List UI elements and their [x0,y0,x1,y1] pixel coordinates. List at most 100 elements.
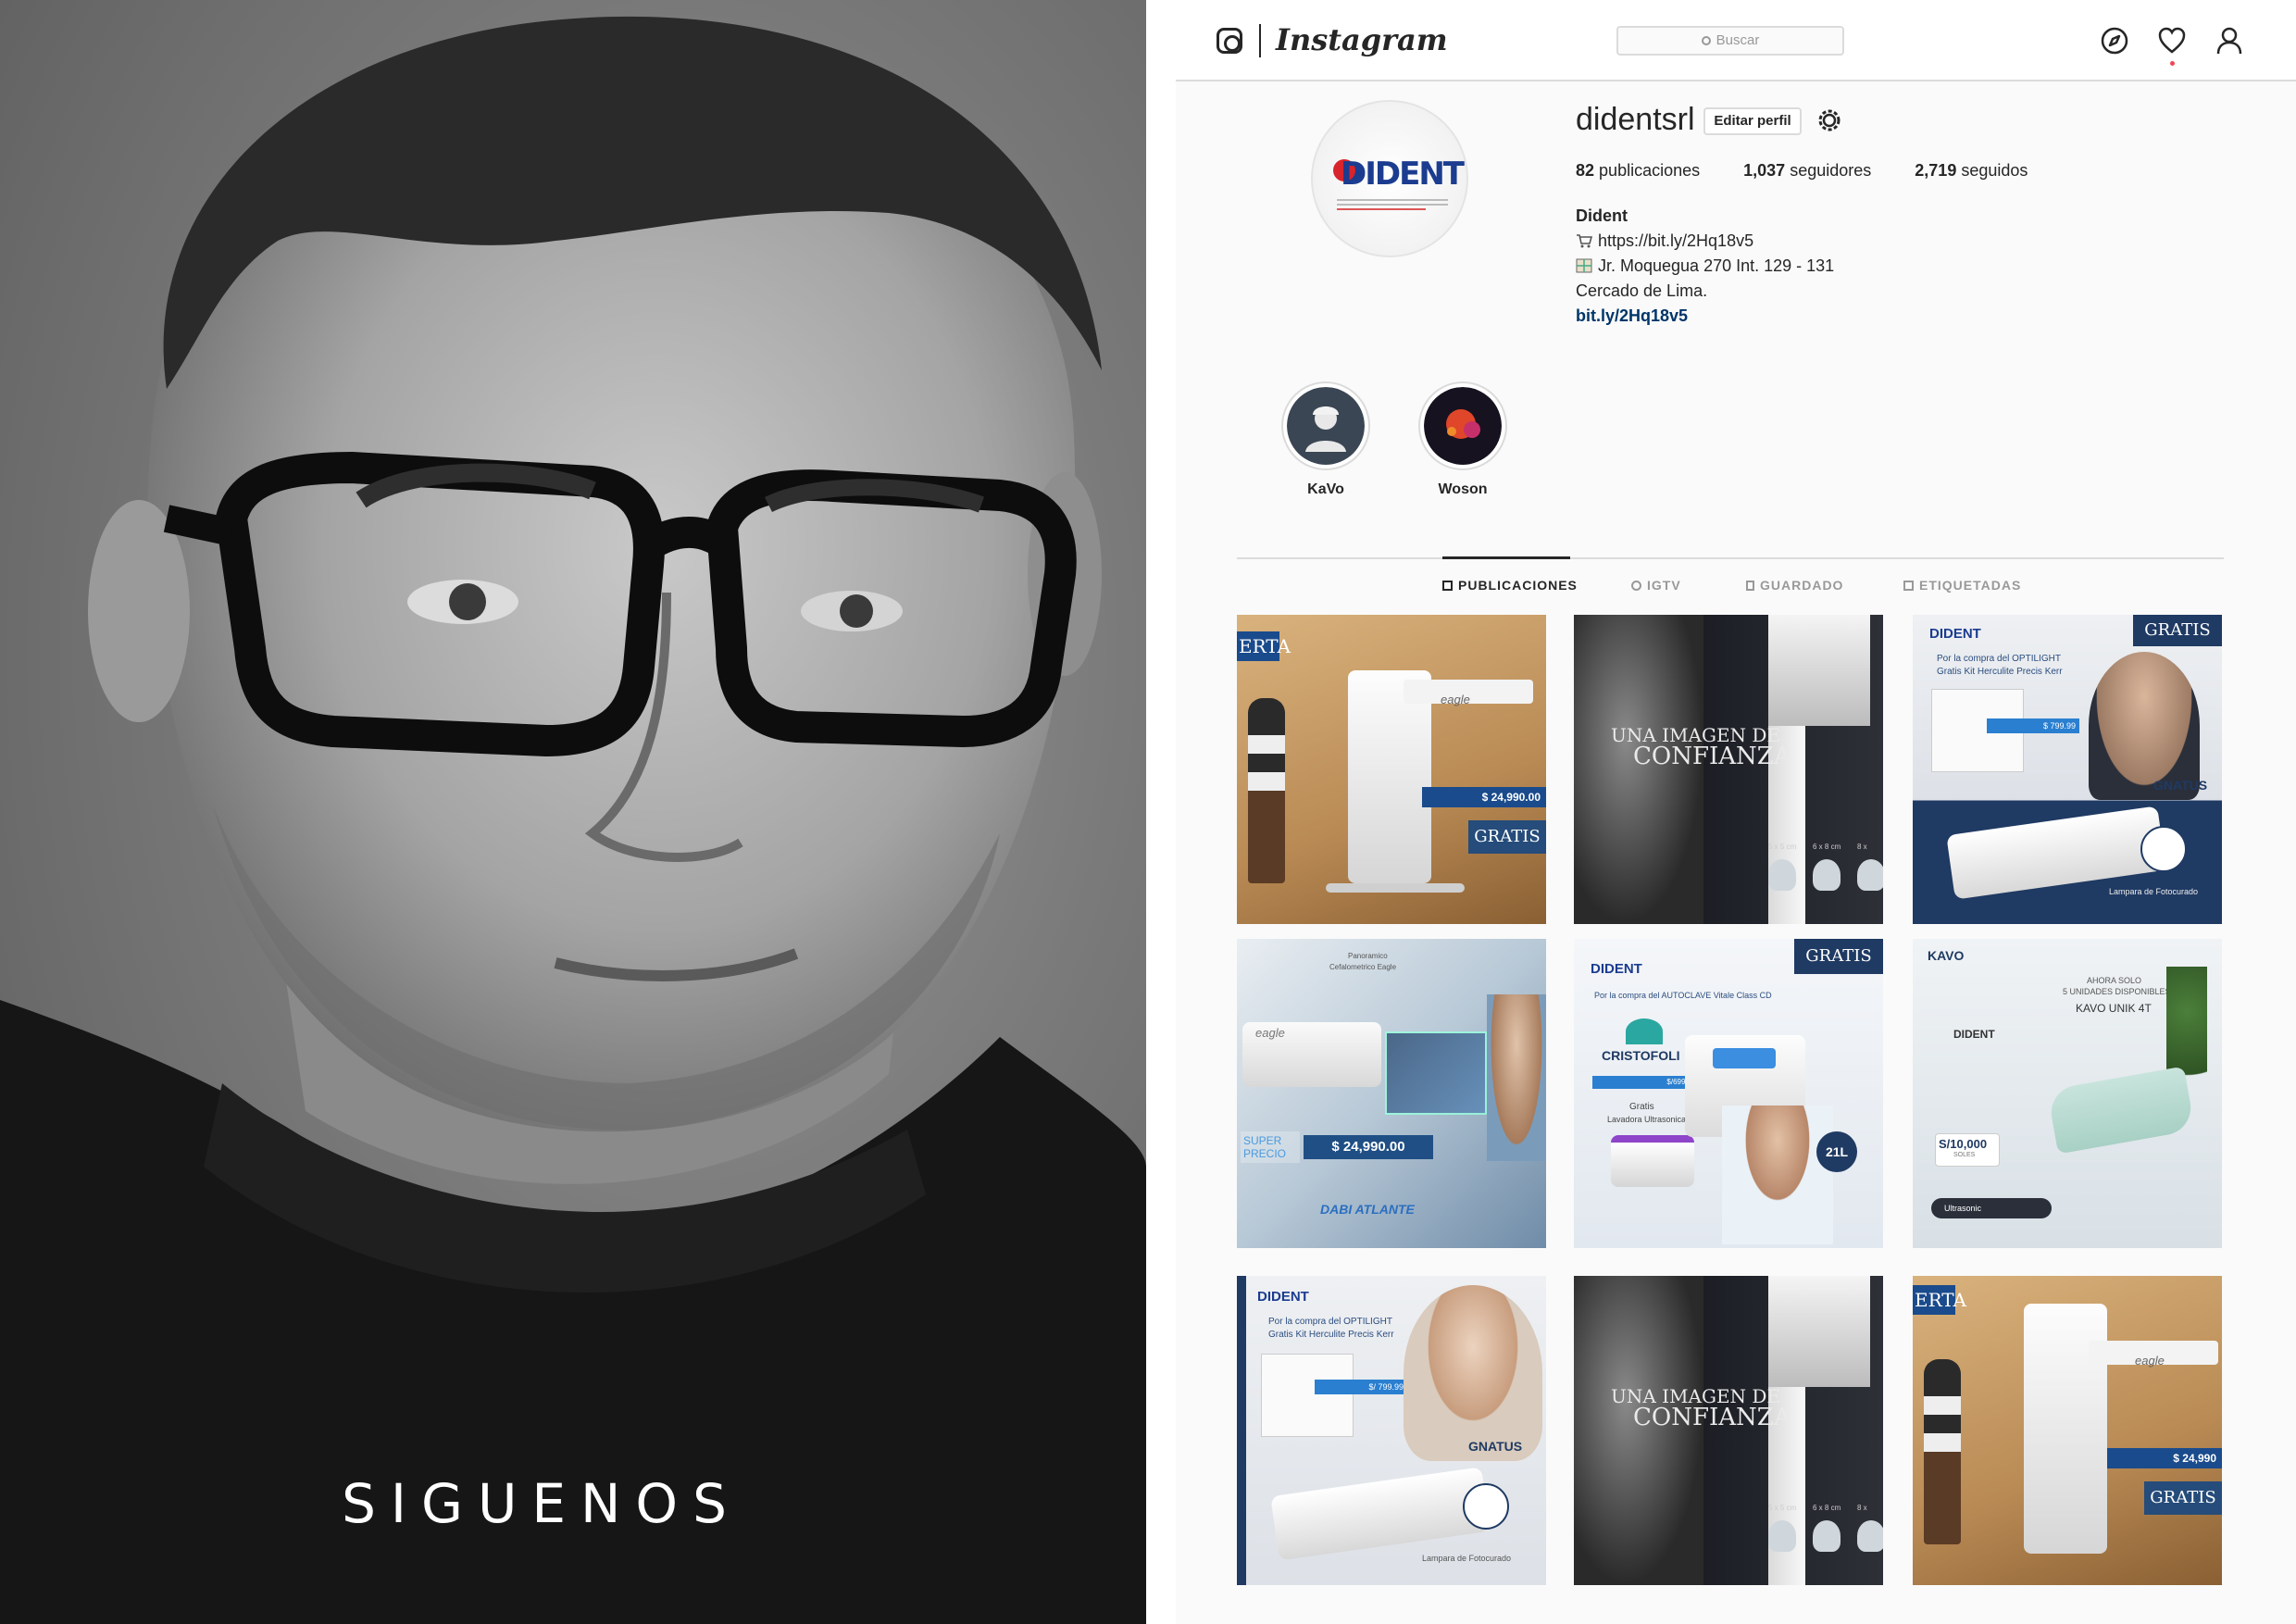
notification-dot [2170,61,2175,66]
bookmark-icon [1746,581,1754,591]
avatar-brand-text: DIDENT [1341,156,1465,193]
post-subtitle-line2: Cefalometrico Eagle [1329,963,1397,971]
logo-divider [1259,24,1261,57]
post-tile[interactable]: DIDENT GRATIS Por la compra del AUTOCLAV… [1574,939,1883,1248]
promo-line1: Por la compra del OPTILIGHT [1268,1317,1392,1327]
following-count-label: seguidos [1961,161,2028,180]
woman-portrait [1487,994,1546,1161]
price-tag: $ 24,990 [2107,1448,2222,1468]
tab-guardado[interactable]: GUARDADO [1746,578,1843,593]
bio-address-text: Jr. Moquegua 270 Int. 129 - 131 [1598,256,1835,275]
gift-line1: Gratis [1629,1102,1654,1112]
followers-count[interactable]: 1,037 seguidores [1743,161,1871,180]
corner-banner-text: ERTA [1239,635,1291,657]
tab-label: ETIQUETADAS [1919,578,2022,593]
gratis-badge: GRATIS [1468,820,1546,854]
capacity-badge: 21L [1816,1131,1857,1172]
dident-logo: DIDENT [1257,1289,1309,1305]
bio-external-link[interactable]: bit.ly/2Hq18v5 [1576,304,1834,329]
bio-line-url: https://bit.ly/2Hq18v5 [1576,229,1834,254]
profile-icon[interactable] [2215,26,2244,56]
posts-count-label: publicaciones [1599,161,1701,180]
search-icon [1701,36,1711,45]
eagle-brand: eagle [1441,693,1470,706]
tab-etiquetadas[interactable]: ETIQUETADAS [1903,578,2021,593]
search-input[interactable]: Buscar [1616,26,1844,56]
tab-label: IGTV [1647,578,1681,593]
portrait-panel: SIGUENOS [0,0,1146,1624]
bio-name: Dident [1576,206,1628,225]
edit-profile-button[interactable]: Editar perfil [1703,107,1802,135]
story-highlight-kavo[interactable]: KaVo [1281,381,1370,498]
curing-light [1946,806,2166,900]
post-tile[interactable]: UNA IMAGEN DE CONFIANZA 5 x 5 cm 6 x 8 c… [1574,615,1883,924]
skull-icon [1857,859,1883,891]
price-value: S/10,000 [1939,1137,1988,1151]
woson-highlight-cover [1424,387,1502,465]
tabs-divider [1237,557,2224,559]
price-currency: SOLES [1953,1152,1976,1158]
heart-icon[interactable] [2157,26,2187,56]
lens-circle [2140,826,2187,872]
follow-us-caption: SIGUENOS [342,1472,742,1535]
eagle-brand: eagle [2135,1354,2165,1368]
eagle-brand: eagle [1255,1026,1285,1040]
grid-icon [1442,581,1453,591]
price-tag: $ 799.99 [1987,718,2079,733]
composite-page: SIGUENOS Instagram Buscar DIDENT didents… [0,0,2296,1624]
product-kit [1261,1354,1354,1437]
tab-igtv[interactable]: IGTV [1631,578,1681,593]
size-label: 5 x 5 cm [1768,1504,1797,1512]
skull-icon [1857,1520,1883,1552]
gnatus-logo: GNATUS [2153,778,2208,793]
skull-icon [1813,859,1841,891]
tab-publicaciones[interactable]: PUBLICACIONES [1442,578,1578,593]
skull-icon [1813,1520,1841,1552]
autoclave-display [1713,1048,1776,1068]
following-count[interactable]: 2,719 seguidos [1915,161,2028,180]
post-tile[interactable]: Panoramico Cefalometrico Eagle eagle SUP… [1237,939,1546,1248]
scanner-head [1768,615,1870,726]
instagram-wordmark[interactable]: Instagram [1276,22,1448,57]
gratis-badge: GRATIS [2144,1481,2222,1515]
size-label: 6 x 8 cm [1813,843,1841,851]
offer-line2: 5 UNIDADES DISPONIBLES [2063,987,2171,996]
profile-stats: 82 publicaciones 1,037 seguidores 2,719 … [1576,161,2066,181]
following-count-value: 2,719 [1915,161,1957,180]
profile-avatar[interactable]: DIDENT [1311,100,1468,257]
story-highlight-woson[interactable]: Woson [1418,381,1507,498]
ultrasonic-badge: Ultrasonic [1931,1198,2052,1218]
post-tile[interactable]: UNA IMAGEN DE CONFIANZA 5 x 5 cm 6 x 8 c… [1574,1276,1883,1585]
tab-label: GUARDADO [1760,578,1844,593]
portrait-illustration [0,16,1146,1624]
highlight-label: Woson [1438,481,1488,497]
highlight-ring [1281,381,1370,470]
curing-light [1270,1467,1491,1561]
top-navigation-bar: Instagram Buscar [1176,0,2296,81]
scanner-head [1768,1276,1870,1387]
size-label: 6 x 8 cm [1813,1504,1841,1512]
size-label: 8 x [1857,1504,1867,1512]
post-subtitle-line1: Panoramico [1348,952,1388,960]
highlight-ring [1418,381,1507,470]
cristofoli-logo-mark [1626,1018,1663,1044]
post-tile[interactable]: DIDENT GRATIS Por la compra del OPTILIGH… [1913,615,2222,924]
product-caption: Lampara de Fotocurado [1422,1554,1512,1563]
active-tab-indicator [1442,556,1570,559]
post-tile[interactable]: ERTA eagle $ 24,990 GRATIS [1913,1276,2222,1585]
post-tile[interactable]: DIDENT Por la compra del OPTILIGHT Grati… [1237,1276,1546,1585]
post-tile[interactable]: KAVO AHORA SOLO 5 UNIDADES DISPONIBLES K… [1913,939,2222,1248]
profile-username: didentsrl [1576,102,1695,137]
size-label: 5 x 5 cm [1768,843,1797,851]
explore-icon[interactable] [2100,26,2129,56]
gratis-badge: GRATIS [1794,939,1883,974]
gratis-badge: GRATIS [2133,615,2222,646]
settings-gear-icon[interactable] [1815,106,1844,135]
offer-line1: AHORA SOLO [2087,976,2142,985]
instagram-camera-icon[interactable] [1217,28,1242,54]
promo-line2: Gratis Kit Herculite Precis Kerr [1937,667,2063,677]
post-tile[interactable]: ERTA eagle $ 24,990.00 GRATIS [1237,615,1546,924]
followers-count-value: 1,037 [1743,161,1786,180]
ultrasonic-cleaner [1611,1135,1694,1187]
skull-icon [1768,1520,1796,1552]
